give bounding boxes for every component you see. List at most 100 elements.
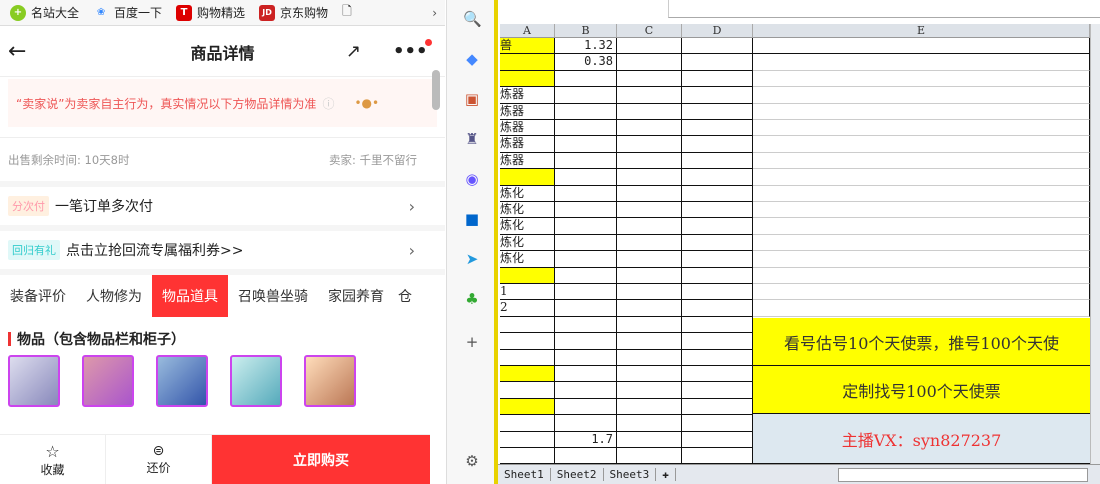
tab-equipment[interactable]: 装备评价 <box>0 275 76 317</box>
cell-e8[interactable] <box>753 152 1090 170</box>
add-sheet-icon[interactable]: ✚ <box>656 468 676 481</box>
cell-d17[interactable] <box>682 300 753 317</box>
cell-a19[interactable] <box>500 333 555 350</box>
cell-d14[interactable] <box>682 251 753 268</box>
bookmark-baidu[interactable]: ❀ 百度一下 <box>93 4 162 21</box>
cell-b17[interactable] <box>555 300 617 317</box>
search-icon[interactable]: 🔍 <box>463 10 482 28</box>
cell-d10[interactable] <box>682 185 753 202</box>
cell-e1[interactable] <box>753 38 1090 55</box>
cell-d24[interactable] <box>682 415 753 432</box>
cell-d26[interactable] <box>682 448 753 465</box>
merged-cell-e-3[interactable]: 主播VX：syn827237 <box>753 414 1090 464</box>
cell-d3[interactable] <box>682 70 753 88</box>
cell-c10[interactable] <box>617 185 682 202</box>
cell-e16[interactable] <box>753 284 1090 301</box>
cell-b5[interactable] <box>555 103 617 120</box>
buy-now-button[interactable]: 立即购买 <box>212 435 430 484</box>
cell-d4[interactable] <box>682 87 753 104</box>
cell-b22[interactable] <box>555 382 617 399</box>
cell-c5[interactable] <box>617 103 682 120</box>
cell-a9[interactable] <box>500 169 555 186</box>
cell-b25[interactable]: 1.7 <box>555 431 617 448</box>
cell-d25[interactable] <box>682 431 753 448</box>
horizontal-scrollbar[interactable] <box>838 467 1088 482</box>
cell-c9[interactable] <box>617 169 682 186</box>
bookmark-mingzhan[interactable]: + 名站大全 <box>10 4 79 21</box>
cell-d8[interactable] <box>682 152 753 170</box>
page-scrollbar[interactable] <box>430 68 444 484</box>
cell-a15[interactable] <box>500 267 555 284</box>
column-header-b[interactable]: B <box>555 24 617 38</box>
more-icon[interactable]: ••• <box>393 39 432 62</box>
cell-d19[interactable] <box>682 333 753 350</box>
cell-b11[interactable] <box>555 202 617 219</box>
cell-b9[interactable] <box>555 169 617 186</box>
chevron-right-icon[interactable]: › <box>432 6 437 20</box>
seller-name[interactable]: 卖家: 千里不留行 <box>329 152 417 168</box>
cell-c20[interactable] <box>617 349 682 366</box>
cell-c26[interactable] <box>617 448 682 465</box>
cell-c22[interactable] <box>617 382 682 399</box>
column-header-e[interactable]: E <box>753 24 1090 38</box>
cell-b10[interactable] <box>555 185 617 202</box>
cell-d7[interactable] <box>682 136 753 153</box>
share-icon[interactable]: ↗ <box>346 41 361 62</box>
cell-a11[interactable]: 炼化 <box>500 202 555 219</box>
cell-a18[interactable] <box>500 316 555 334</box>
toolbox-icon[interactable]: ▣ <box>463 90 481 108</box>
cell-c8[interactable] <box>617 152 682 170</box>
cell-a24[interactable] <box>500 415 555 432</box>
cell-a1[interactable]: 兽 <box>500 38 555 55</box>
cell-d13[interactable] <box>682 234 753 252</box>
back-arrow-icon[interactable]: ← <box>8 39 26 64</box>
item-thumbnail[interactable] <box>82 355 134 407</box>
cell-a26[interactable] <box>500 448 555 465</box>
cell-d11[interactable] <box>682 202 753 219</box>
cell-d21[interactable] <box>682 366 753 383</box>
cell-a7[interactable]: 炼器 <box>500 136 555 153</box>
cell-d16[interactable] <box>682 284 753 301</box>
copilot-icon[interactable]: ◉ <box>463 170 481 188</box>
cell-b8[interactable] <box>555 152 617 170</box>
cell-e12[interactable] <box>753 218 1090 235</box>
send-icon[interactable]: ➤ <box>463 250 481 268</box>
item-thumbnail[interactable] <box>156 355 208 407</box>
bookmark-jd[interactable]: JD 京东购物 <box>259 4 328 21</box>
cell-e11[interactable] <box>753 202 1090 219</box>
cell-d12[interactable] <box>682 218 753 235</box>
tab-character[interactable]: 人物修为 <box>76 275 152 317</box>
merged-cell-e-2[interactable]: 定制找号100个天使票 <box>753 366 1090 414</box>
cell-c24[interactable] <box>617 415 682 432</box>
cell-c3[interactable] <box>617 70 682 88</box>
cell-c14[interactable] <box>617 251 682 268</box>
column-header-a[interactable]: A <box>500 24 555 38</box>
cell-e17[interactable] <box>753 300 1090 317</box>
return-gift-row[interactable]: 回归有礼 点击立抢回流专属福利券>> › <box>0 225 445 269</box>
cell-c23[interactable] <box>617 398 682 416</box>
tag-icon[interactable]: ◆ <box>463 50 481 68</box>
cell-a2[interactable] <box>500 54 555 71</box>
cell-b23[interactable] <box>555 398 617 416</box>
cell-e7[interactable] <box>753 136 1090 153</box>
tab-items[interactable]: 物品道具 <box>152 275 228 317</box>
bargain-button[interactable]: ⊜ 还价 <box>106 435 212 484</box>
cell-b12[interactable] <box>555 218 617 235</box>
cell-b19[interactable] <box>555 333 617 350</box>
cell-a20[interactable] <box>500 349 555 366</box>
cell-e2[interactable] <box>753 54 1090 71</box>
cell-a4[interactable]: 炼器 <box>500 87 555 104</box>
cell-a25[interactable] <box>500 431 555 448</box>
sheet-tab-2[interactable]: Sheet2 <box>551 468 604 481</box>
cell-d2[interactable] <box>682 54 753 71</box>
tab-home[interactable]: 家园养育 <box>318 275 394 317</box>
cell-a13[interactable]: 炼化 <box>500 234 555 252</box>
cell-a8[interactable]: 炼器 <box>500 152 555 170</box>
cell-d5[interactable] <box>682 103 753 120</box>
cell-a17[interactable]: 2 <box>500 300 555 317</box>
favorite-button[interactable]: ☆ 收藏 <box>0 435 106 484</box>
sheet-tab-3[interactable]: Sheet3 <box>604 468 657 481</box>
cell-c19[interactable] <box>617 333 682 350</box>
cell-e13[interactable] <box>753 234 1090 252</box>
cell-c7[interactable] <box>617 136 682 153</box>
